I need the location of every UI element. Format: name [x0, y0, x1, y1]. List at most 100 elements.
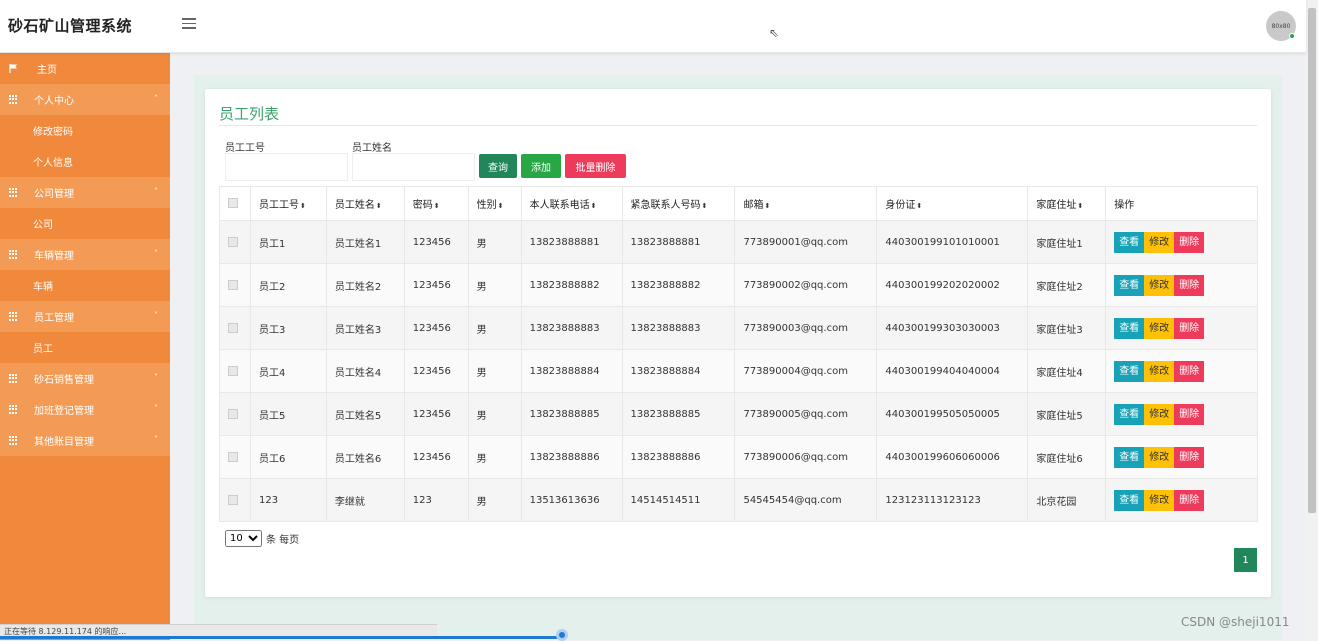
row-checkbox[interactable]	[228, 236, 238, 247]
sidebar-group[interactable]: 加班登记管理 ˅	[0, 394, 170, 425]
table-cell: 男	[467, 392, 522, 436]
table-cell: 13823888886	[621, 435, 736, 479]
column-header-label: 紧急联系人号码	[630, 200, 701, 211]
sort-icon[interactable]: ⬍	[702, 202, 708, 210]
sidebar-group[interactable]: 其他账目管理 ˅	[0, 425, 170, 456]
delete-button[interactable]: 删除	[1174, 317, 1205, 339]
add-button[interactable]: 添加	[521, 154, 561, 178]
delete-button[interactable]: 删除	[1174, 446, 1205, 468]
sidebar-group-label: 砂石销售管理	[34, 375, 94, 386]
query-button[interactable]: 查询	[479, 154, 517, 178]
view-button[interactable]: 查看	[1114, 489, 1145, 511]
sidebar-group[interactable]: 公司管理 ˄	[0, 177, 170, 208]
table-row: 员工6 员工姓名6 123456 男 13823888886 13823888886 773…	[219, 435, 1258, 479]
row-checkbox[interactable]	[228, 322, 238, 333]
edit-button[interactable]: 修改	[1144, 360, 1175, 382]
app-title: 砂石矿山管理系统	[8, 17, 133, 35]
sort-icon[interactable]: ⬍	[376, 202, 382, 210]
delete-button[interactable]: 删除	[1174, 231, 1205, 253]
scrollbar-thumb[interactable]	[1308, 8, 1316, 513]
row-checkbox[interactable]	[228, 408, 238, 419]
table-row: 员工5 员工姓名5 123456 男 13823888885 13823888885 773…	[219, 392, 1258, 436]
table-cell: 13823888884	[520, 349, 623, 393]
view-button[interactable]: 查看	[1114, 360, 1145, 382]
sidebar-group[interactable]: 砂石销售管理 ˅	[0, 363, 170, 394]
sidebar-subitem[interactable]: 车辆	[0, 270, 170, 301]
actions-cell: 查看 修改 删除	[1105, 435, 1258, 479]
sort-icon[interactable]: ⬍	[434, 202, 440, 210]
view-button[interactable]: 查看	[1114, 403, 1145, 425]
edit-button[interactable]: 修改	[1144, 317, 1175, 339]
select-all-checkbox[interactable]	[228, 198, 238, 208]
sidebar-subitem[interactable]: 员工	[0, 332, 170, 363]
view-button[interactable]: 查看	[1114, 231, 1145, 253]
column-header: 操作	[1105, 186, 1258, 221]
table-cell: 13823888883	[520, 306, 623, 350]
edit-button[interactable]: 修改	[1144, 403, 1175, 425]
row-select-cell	[219, 349, 251, 393]
actions-cell: 查看 修改 删除	[1105, 263, 1258, 307]
table-cell: 13823888882	[621, 263, 736, 307]
view-button[interactable]: 查看	[1114, 317, 1145, 339]
row-checkbox[interactable]	[228, 451, 238, 462]
emp-name-input[interactable]	[352, 153, 475, 181]
column-header-label: 身份证	[885, 200, 916, 211]
sidebar-subitem[interactable]: 公司	[0, 208, 170, 239]
sidebar-group[interactable]: 个人中心 ˄	[0, 84, 170, 115]
column-header-label: 家庭住址	[1036, 200, 1077, 211]
edit-button[interactable]: 修改	[1144, 446, 1175, 468]
delete-button[interactable]: 删除	[1174, 489, 1205, 511]
delete-button[interactable]: 删除	[1174, 403, 1205, 425]
column-header[interactable]: 身份证⬍	[876, 186, 1029, 221]
column-header[interactable]: 紧急联系人号码⬍	[621, 186, 736, 221]
table-cell: 男	[467, 349, 522, 393]
view-button[interactable]: 查看	[1114, 446, 1145, 468]
sidebar-group[interactable]: 车辆管理 ˄	[0, 239, 170, 270]
avatar[interactable]: 80x80	[1266, 11, 1296, 41]
sort-icon[interactable]: ⬍	[498, 202, 504, 210]
column-header-label: 员工工号	[258, 200, 299, 211]
column-header[interactable]: 员工工号⬍	[249, 186, 327, 221]
emp-no-input[interactable]	[225, 153, 348, 181]
table-row: 123 李继就 123 男 13513613636 14514514511 54545454…	[219, 478, 1258, 522]
sort-icon[interactable]: ⬍	[1077, 202, 1083, 210]
column-header[interactable]: 本人联系电话⬍	[520, 186, 623, 221]
table-cell: 440300199303030003	[876, 306, 1029, 350]
column-header[interactable]: 员工姓名⬍	[325, 186, 405, 221]
sort-icon[interactable]: ⬍	[916, 202, 922, 210]
column-header[interactable]: 密码⬍	[403, 186, 469, 221]
page-size-suffix: 条 每页	[266, 535, 300, 546]
page-size-select[interactable]: 10	[225, 530, 262, 547]
view-button[interactable]: 查看	[1114, 274, 1145, 296]
loading-progress-bar	[0, 636, 562, 639]
edit-button[interactable]: 修改	[1144, 231, 1175, 253]
hamburger-menu-icon[interactable]	[182, 18, 196, 30]
column-header[interactable]: 性别⬍	[467, 186, 522, 221]
column-header[interactable]: 家庭住址⬍	[1027, 186, 1107, 221]
sidebar-group[interactable]: 员工管理 ˄	[0, 301, 170, 332]
edit-button[interactable]: 修改	[1144, 489, 1175, 511]
batch-delete-button[interactable]: 批量删除	[565, 154, 626, 178]
sidebar-subitem-label: 车辆	[33, 282, 53, 293]
table-cell: 员工姓名4	[325, 349, 405, 393]
sidebar-subitem[interactable]: 个人信息	[0, 146, 170, 177]
table-cell: 男	[467, 263, 522, 307]
row-checkbox[interactable]	[228, 279, 238, 290]
table-cell: 123456	[403, 349, 469, 393]
sidebar-item-home[interactable]: 主页	[0, 53, 170, 84]
row-checkbox[interactable]	[228, 365, 238, 376]
page-size-control: 10 条 每页	[225, 530, 299, 547]
row-checkbox[interactable]	[228, 494, 238, 505]
page-scrollbar[interactable]	[1306, 0, 1318, 640]
row-select-cell	[219, 220, 251, 264]
sidebar-subitem[interactable]: 修改密码	[0, 115, 170, 146]
sort-icon[interactable]: ⬍	[300, 202, 306, 210]
sort-icon[interactable]: ⬍	[591, 202, 597, 210]
edit-button[interactable]: 修改	[1144, 274, 1175, 296]
table-cell: 13823888881	[621, 220, 736, 264]
column-header[interactable]: 邮箱⬍	[734, 186, 878, 221]
delete-button[interactable]: 删除	[1174, 274, 1205, 296]
delete-button[interactable]: 删除	[1174, 360, 1205, 382]
page-button-current[interactable]: 1	[1234, 548, 1257, 572]
sort-icon[interactable]: ⬍	[764, 202, 770, 210]
